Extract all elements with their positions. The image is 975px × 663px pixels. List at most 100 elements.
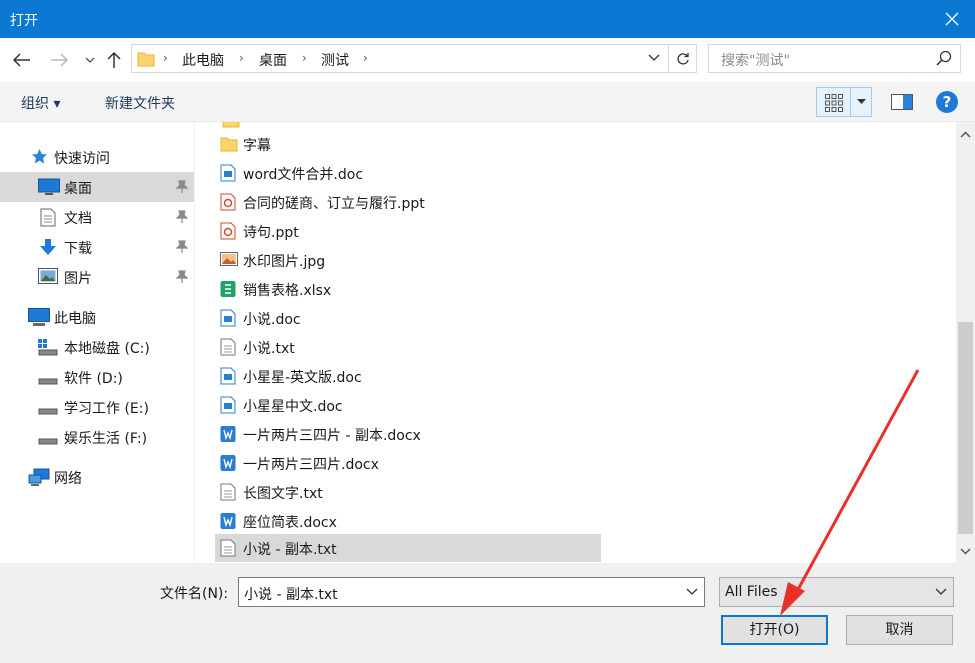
- sidebar-item-label: 快速访问: [54, 151, 110, 167]
- chevron-down-icon[interactable]: [78, 48, 102, 72]
- chevron-right-icon[interactable]: ›: [239, 51, 244, 65]
- sidebar-item-label: 文档: [64, 211, 92, 227]
- sidebar-item-drive-d[interactable]: 软件 (D:): [0, 362, 194, 392]
- list-item[interactable]: 合同的磋商、订立与履行.ppt: [215, 188, 601, 216]
- word-doc-icon: [220, 309, 236, 331]
- chevron-right-icon[interactable]: ›: [363, 51, 368, 65]
- new-folder-button[interactable]: 新建文件夹: [105, 93, 175, 113]
- search-box[interactable]: 搜索"测试": [708, 44, 961, 73]
- word-doc-icon: [220, 367, 236, 389]
- preview-pane-icon[interactable]: [891, 94, 913, 114]
- refresh-icon[interactable]: [668, 45, 696, 72]
- search-icon[interactable]: [936, 50, 952, 70]
- list-item[interactable]: 诗句.ppt: [215, 217, 601, 245]
- scrollbar-thumb[interactable]: [958, 322, 973, 534]
- sidebar-item-network[interactable]: 网络: [0, 462, 194, 492]
- chevron-down-icon[interactable]: [648, 51, 660, 67]
- list-item[interactable]: 字幕: [215, 130, 601, 158]
- list-item[interactable]: word文件合并.doc: [215, 159, 601, 187]
- list-item[interactable]: 销售表格.xlsx: [215, 275, 601, 303]
- sidebar-item-documents[interactable]: 文档: [0, 202, 194, 232]
- sidebar-item-label: 图片: [64, 271, 92, 287]
- breadcrumb-desktop[interactable]: 桌面: [259, 50, 287, 70]
- pin-icon[interactable]: [175, 270, 189, 288]
- organize-menu[interactable]: 组织 ▾: [21, 93, 60, 113]
- star-icon: [31, 148, 48, 169]
- drive-icon: [38, 368, 58, 390]
- chevron-down-icon[interactable]: [960, 543, 971, 559]
- breadcrumb-this-pc[interactable]: 此电脑: [182, 50, 224, 70]
- open-button[interactable]: 打开(O): [721, 615, 828, 645]
- list-item[interactable]: 座位简表.docx: [215, 507, 601, 535]
- list-item[interactable]: 小说.doc: [215, 304, 601, 332]
- powerpoint-icon: [220, 222, 236, 244]
- file-name: 一片两片三四片 - 副本.docx: [243, 428, 421, 444]
- chevron-down-icon[interactable]: [935, 585, 947, 601]
- sidebar-item-drive-c[interactable]: 本地磁盘 (C:): [0, 332, 194, 362]
- file-name: 小说.txt: [243, 341, 295, 357]
- text-file-icon: [220, 483, 236, 505]
- list-item[interactable]: 一片两片三四片 - 副本.docx: [215, 420, 601, 448]
- file-name: 小说.doc: [243, 312, 301, 328]
- sidebar-item-drive-f[interactable]: 娱乐生活 (F:): [0, 422, 194, 452]
- list-item[interactable]: 长图文字.txt: [215, 478, 601, 506]
- file-name: 小说 - 副本.txt: [243, 542, 337, 558]
- cancel-button[interactable]: 取消: [846, 615, 953, 645]
- bottom-panel: 文件名(N): 小说 - 副本.txt All Files 打开(O) 取消: [0, 563, 975, 663]
- chevron-right-icon[interactable]: ›: [302, 51, 307, 65]
- chevron-down-icon[interactable]: [686, 585, 698, 601]
- download-icon: [38, 238, 58, 261]
- forward-arrow-icon[interactable]: [47, 48, 71, 72]
- navigation-pane: 快速访问 桌面 文档 下载 图片 此电脑 本地磁盘 (C:) 软件 (D:) 学…: [0, 122, 195, 563]
- sidebar-item-label: 网络: [54, 471, 82, 487]
- sidebar-item-drive-e[interactable]: 学习工作 (E:): [0, 392, 194, 422]
- filename-field[interactable]: 小说 - 副本.txt: [238, 577, 705, 607]
- sidebar-item-label: 软件 (D:): [64, 371, 123, 387]
- search-input[interactable]: 搜索"测试": [721, 50, 790, 70]
- sidebar-item-label: 下载: [64, 241, 92, 257]
- sidebar-item-downloads[interactable]: 下载: [0, 232, 194, 262]
- sidebar-item-label: 娱乐生活 (F:): [64, 431, 148, 447]
- word-docx-icon: [220, 425, 236, 447]
- grid-view-icon[interactable]: [824, 93, 844, 117]
- up-arrow-icon[interactable]: [102, 48, 126, 72]
- list-item[interactable]: 一片两片三四片.docx: [215, 449, 601, 477]
- list-item-selected[interactable]: 小说 - 副本.txt: [215, 534, 601, 562]
- sidebar-item-pictures[interactable]: 图片: [0, 262, 194, 292]
- chevron-down-icon[interactable]: [856, 95, 867, 111]
- pin-icon[interactable]: [175, 210, 189, 228]
- window-title: 打开: [10, 13, 38, 29]
- file-name: 长图文字.txt: [243, 486, 323, 502]
- sidebar-item-desktop[interactable]: 桌面: [0, 172, 194, 202]
- drive-icon: [38, 428, 58, 450]
- breadcrumb-test[interactable]: 测试: [321, 50, 349, 70]
- pin-icon[interactable]: [175, 180, 189, 198]
- navigation-bar: › 此电脑 › 桌面 › 测试 › 搜索"测试": [0, 38, 975, 82]
- sidebar-item-this-pc[interactable]: 此电脑: [0, 302, 194, 332]
- chevron-up-icon[interactable]: [960, 127, 971, 143]
- back-arrow-icon[interactable]: [10, 48, 34, 72]
- sidebar-item-label: 学习工作 (E:): [64, 401, 149, 417]
- filename-input[interactable]: 小说 - 副本.txt: [244, 584, 338, 604]
- list-item[interactable]: 小星星中文.doc: [215, 391, 601, 419]
- sidebar-item-label: 桌面: [64, 181, 92, 197]
- sidebar-item-quick-access[interactable]: 快速访问: [0, 142, 194, 172]
- close-icon[interactable]: [929, 0, 975, 38]
- image-file-icon: [220, 251, 238, 271]
- help-icon[interactable]: ?: [936, 91, 958, 113]
- file-name: 字幕: [243, 138, 271, 154]
- text-file-icon: [220, 539, 236, 561]
- sidebar-item-label: 本地磁盘 (C:): [64, 341, 150, 357]
- list-item[interactable]: 小说.txt: [215, 333, 601, 361]
- file-type-filter[interactable]: All Files: [719, 577, 954, 607]
- list-item[interactable]: 小星星-英文版.doc: [215, 362, 601, 390]
- desktop-icon: [38, 178, 60, 200]
- folder-icon: [220, 135, 238, 156]
- view-options-button[interactable]: [816, 87, 872, 117]
- system-drive-icon: [38, 338, 58, 360]
- folder-icon: [137, 50, 155, 71]
- vertical-scrollbar[interactable]: [956, 122, 975, 563]
- address-bar[interactable]: › 此电脑 › 桌面 › 测试 ›: [131, 44, 697, 73]
- pin-icon[interactable]: [175, 240, 189, 258]
- list-item[interactable]: 水印图片.jpg: [215, 246, 601, 274]
